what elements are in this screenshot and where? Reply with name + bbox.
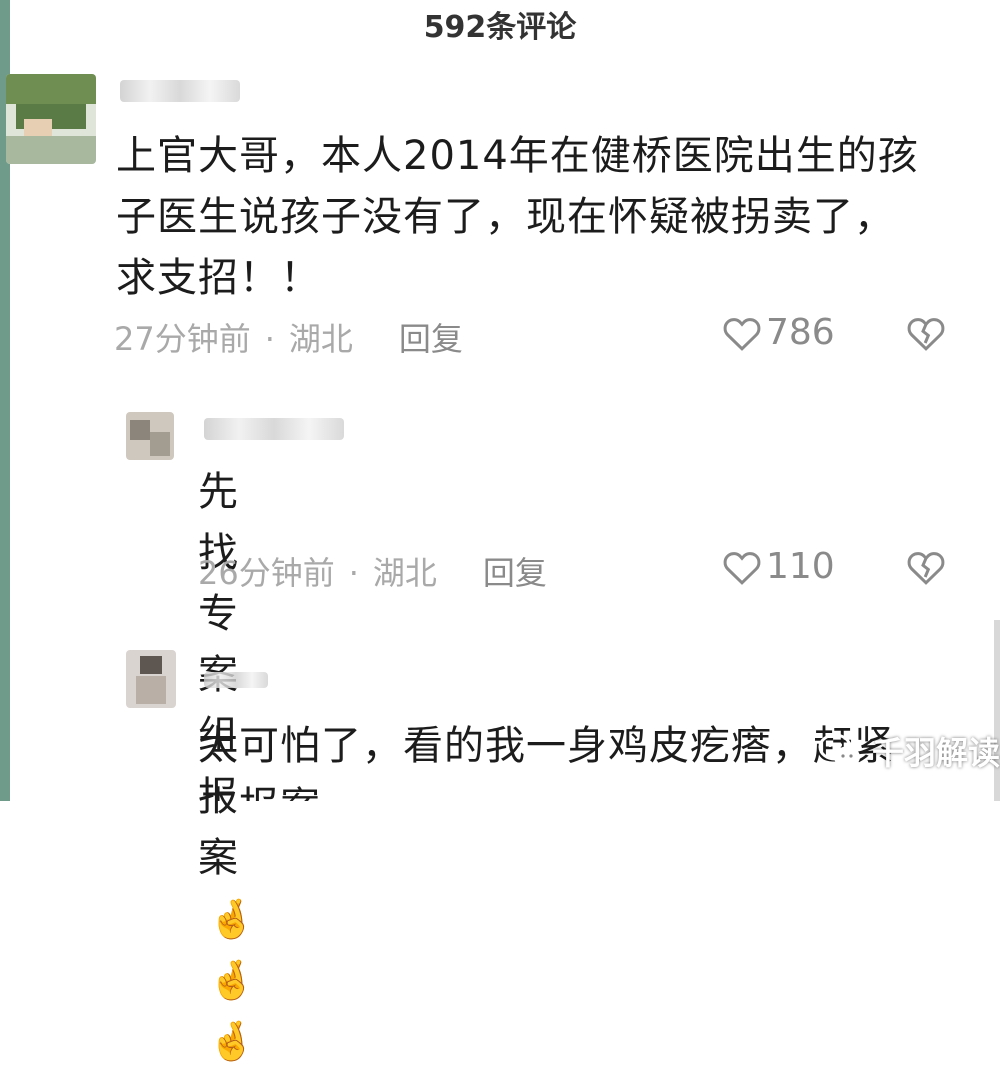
separator-dot: · — [264, 320, 275, 358]
timestamp: 27分钟前 — [114, 320, 251, 358]
comment-count-title: 592条评论 — [423, 10, 577, 45]
location: 湖北 — [288, 320, 353, 358]
like-count: 786 — [766, 312, 835, 353]
username-blurred[interactable] — [204, 418, 344, 440]
crossed-fingers-emoji: 🤞 — [208, 1019, 257, 1063]
username-blurred[interactable] — [120, 80, 240, 102]
avatar[interactable] — [6, 74, 96, 164]
watermark-text: 千羽解读 — [872, 734, 1000, 772]
username-blurred[interactable] — [204, 672, 268, 688]
heart-icon — [723, 317, 761, 351]
like-button[interactable]: 110 — [722, 546, 835, 587]
avatar[interactable] — [126, 650, 176, 708]
location: 湖北 — [372, 554, 437, 592]
timestamp: 26分钟前 — [198, 554, 335, 592]
separator-dot: · — [348, 554, 359, 592]
like-count: 110 — [766, 546, 835, 587]
comment-meta: 26分钟前 · 湖北 回复 — [198, 548, 547, 594]
dislike-button[interactable] — [906, 548, 946, 590]
wechat-icon — [818, 733, 860, 768]
dislike-button[interactable] — [906, 314, 946, 356]
broken-heart-icon — [907, 318, 945, 351]
reply-button[interactable]: 回复 — [483, 554, 547, 592]
heart-icon — [723, 551, 761, 585]
crossed-fingers-emoji: 🤞 — [208, 897, 257, 941]
broken-heart-icon — [907, 552, 945, 585]
avatar[interactable] — [126, 412, 174, 460]
watermark: 千羽解读 — [818, 728, 1000, 774]
like-button[interactable]: 786 — [722, 312, 835, 353]
comment-meta: 27分钟前 · 湖北 回复 — [114, 314, 463, 360]
crossed-fingers-emoji: 🤞 — [208, 958, 257, 1002]
comment-text: 上官大哥，本人2014年在健桥医院出生的孩 子医生说孩子没有了，现在怀疑被拐卖了… — [116, 133, 919, 301]
reply-button[interactable]: 回复 — [399, 320, 463, 358]
